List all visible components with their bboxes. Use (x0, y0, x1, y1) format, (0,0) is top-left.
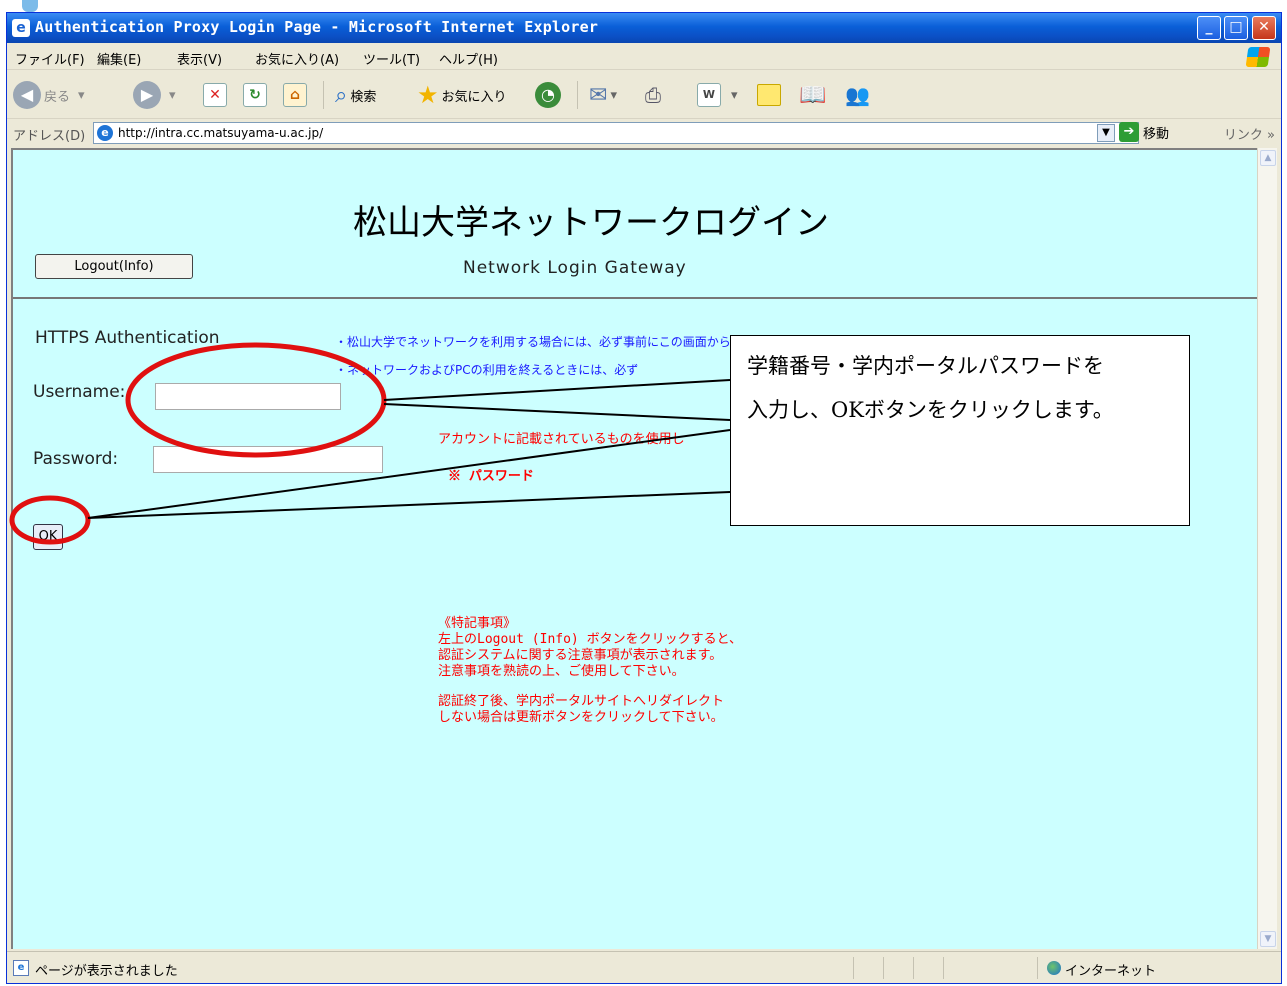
discuss-button[interactable] (757, 79, 781, 111)
history-button[interactable]: ◔ (535, 79, 561, 111)
back-dropdown-icon[interactable]: ▾ (78, 88, 85, 103)
back-button[interactable]: ◀ 戻る ▾ (13, 79, 85, 111)
edit-button[interactable]: W ▾ (697, 79, 738, 111)
discuss-icon (757, 84, 781, 106)
print-icon: ⎙ (645, 83, 661, 107)
special-note-line: しない場合は更新ボタンをクリックして下さい。 (438, 710, 724, 725)
callout-box: 学籍番号・学内ポータルパスワードを 入力し、OKボタンをクリックします。 (730, 335, 1190, 526)
mail-button[interactable]: ✉ ▾ (589, 79, 617, 111)
stop-icon: ✕ (203, 83, 227, 107)
auth-heading: HTTPS Authentication (35, 328, 220, 348)
close-button[interactable]: ✕ (1252, 16, 1276, 40)
notice-logout: ・ネットワークおよびPCの利用を終えるときには、必ず (335, 363, 639, 377)
special-note-line: 注意事項を熟読の上、ご使用して下さい。 (438, 664, 685, 679)
favorites-star-icon: ★ (417, 81, 439, 109)
home-icon: ⌂ (283, 83, 307, 107)
messenger-icon: 👥 (845, 83, 870, 107)
favorites-button[interactable]: ★ お気に入り (417, 79, 507, 111)
status-divider (883, 957, 884, 979)
status-text: ページが表示されました (35, 964, 178, 979)
menu-file[interactable]: ファイル(F) (15, 49, 85, 68)
window-title: Authentication Proxy Login Page - Micros… (35, 18, 599, 36)
stop-button[interactable]: ✕ (203, 79, 227, 111)
toolbar-separator (323, 81, 324, 109)
internet-zone-label: インターネット (1065, 964, 1157, 979)
research-icon: 📖 (799, 82, 827, 108)
status-divider (913, 957, 914, 979)
title-bar[interactable]: e Authentication Proxy Login Page - Micr… (7, 13, 1281, 43)
callout-line: 入力し、OKボタンをクリックします。 (747, 398, 1114, 422)
status-divider (1037, 957, 1038, 979)
forward-dropdown-icon[interactable]: ▾ (169, 88, 176, 103)
address-bar: アドレス(D) e http://intra.cc.matsuyama-u.ac… (7, 120, 1281, 146)
address-label: アドレス(D) (13, 129, 86, 144)
print-button[interactable]: ⎙ (645, 79, 661, 111)
go-button[interactable]: ➔ 移動 (1119, 122, 1169, 142)
menu-favorites[interactable]: お気に入り(A) (255, 49, 339, 68)
red-note-account: アカウントに記載されているものを使用し (438, 432, 685, 447)
windows-flag-icon (1245, 47, 1271, 67)
ie-logo-icon: e (12, 19, 30, 37)
page-title: 松山大学ネットワークログイン (353, 203, 829, 243)
search-label: 検索 (350, 89, 377, 105)
username-label: Username: (33, 382, 126, 402)
page-ie-icon: e (97, 125, 113, 141)
forward-arrow-icon: ▶ (133, 81, 161, 109)
menu-view[interactable]: 表示(V) (177, 49, 222, 68)
mail-dropdown-icon[interactable]: ▾ (610, 88, 617, 103)
links-label: リンク (1223, 128, 1263, 143)
edit-dropdown-icon[interactable]: ▾ (731, 88, 738, 103)
internet-zone-globe-icon (1047, 961, 1061, 975)
status-bar: e ページが表示されました インターネット (7, 951, 1281, 983)
password-field[interactable] (153, 446, 383, 473)
toolbar-separator (577, 81, 578, 109)
password-label: Password: (33, 449, 119, 469)
logout-info-button[interactable]: Logout(Info) (35, 254, 193, 279)
address-dropdown-icon[interactable]: ▼ (1097, 124, 1115, 142)
page-loaded-icon: e (13, 960, 29, 976)
address-url[interactable]: http://intra.cc.matsuyama-u.ac.jp/ (118, 126, 323, 140)
home-button[interactable]: ⌂ (283, 79, 307, 111)
minimize-button[interactable]: _ (1197, 16, 1221, 40)
menu-tools[interactable]: ツール(T) (363, 49, 420, 68)
forward-button[interactable]: ▶ ▾ (133, 79, 176, 111)
ok-button[interactable]: OK (33, 524, 63, 550)
links-button[interactable]: リンク » (1224, 124, 1275, 143)
red-note-password: ※ パスワード (448, 469, 534, 484)
desktop-icon-fragment (22, 0, 38, 12)
header-divider (13, 297, 1259, 299)
page-content: 松山大学ネットワークログイン Network Login Gateway Log… (11, 148, 1259, 949)
page-subtitle: Network Login Gateway (463, 258, 687, 278)
menu-bar: ファイル(F) 編集(E) 表示(V) お気に入り(A) ツール(T) ヘルプ(… (7, 44, 1281, 70)
favorites-label: お気に入り (441, 89, 507, 105)
status-divider (943, 957, 944, 979)
menu-edit[interactable]: 編集(E) (97, 49, 141, 68)
go-arrow-icon: ➔ (1119, 122, 1139, 142)
edit-icon: W (697, 83, 721, 107)
scroll-down-icon[interactable]: ▼ (1260, 931, 1276, 947)
back-arrow-icon: ◀ (13, 81, 41, 109)
mail-icon: ✉ (589, 82, 608, 108)
toolbar: ◀ 戻る ▾ ▶ ▾ ✕ ↻ ⌂ ⌕ 検索 ★ お気に入り ◔ ✉ ▾ ⎙ W … (7, 71, 1281, 119)
scroll-up-icon[interactable]: ▲ (1260, 150, 1276, 166)
research-button[interactable]: 📖 (799, 79, 826, 111)
status-divider (853, 957, 854, 979)
refresh-icon: ↻ (243, 83, 267, 107)
vertical-scrollbar[interactable]: ▲ ▼ (1257, 148, 1277, 949)
history-icon: ◔ (535, 82, 561, 108)
maximize-button[interactable]: □ (1224, 16, 1248, 40)
refresh-button[interactable]: ↻ (243, 79, 267, 111)
search-icon: ⌕ (335, 82, 348, 108)
menu-help[interactable]: ヘルプ(H) (439, 49, 498, 68)
messenger-button[interactable]: 👥 (845, 79, 870, 111)
go-label: 移動 (1143, 126, 1170, 142)
address-input[interactable]: e http://intra.cc.matsuyama-u.ac.jp/ (93, 122, 1139, 144)
username-field[interactable] (155, 383, 341, 410)
search-button[interactable]: ⌕ 検索 (335, 79, 376, 111)
back-label: 戻る (44, 89, 71, 105)
callout-line: 学籍番号・学内ポータルパスワードを (747, 354, 1104, 378)
